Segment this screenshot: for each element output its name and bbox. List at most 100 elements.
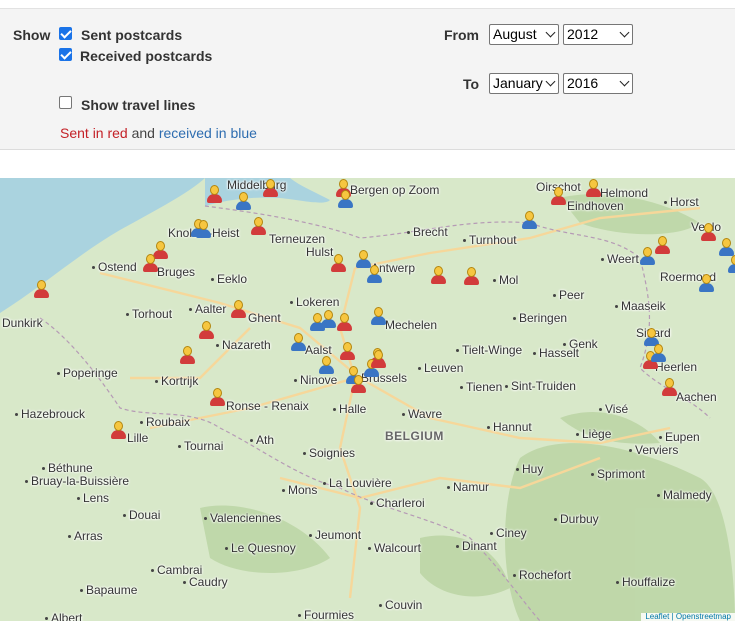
received-postcard-marker-icon[interactable]	[318, 356, 334, 376]
sent-postcard-marker-icon[interactable]	[550, 187, 566, 207]
place-label: Hazebrouck	[15, 407, 85, 421]
to-year-select[interactable]: 2016	[563, 73, 633, 94]
sent-postcard-marker-icon[interactable]	[230, 300, 246, 320]
to-month-value: January	[493, 75, 543, 91]
place-label: Ostend	[92, 260, 137, 274]
place-name: Jeumont	[315, 528, 362, 542]
place-name: Le Quesnoy	[231, 541, 296, 555]
legend-received: received in blue	[158, 125, 257, 141]
sent-postcard-marker-icon[interactable]	[430, 266, 446, 286]
received-postcard-marker-icon[interactable]	[235, 192, 251, 212]
map-attribution[interactable]: Leaflet | Openstreetmap	[641, 613, 735, 621]
marker-body	[111, 430, 126, 439]
place-name: Tielt-Winge	[462, 343, 523, 357]
received-postcard-marker-icon[interactable]	[320, 310, 336, 330]
sent-postcards-label[interactable]: Sent postcards	[81, 27, 182, 43]
sent-postcard-marker-icon[interactable]	[370, 350, 386, 370]
place-name: Eupen	[665, 430, 700, 444]
place-dot-icon	[15, 413, 18, 417]
place-name: Nazareth	[222, 338, 271, 352]
received-postcard-marker-icon[interactable]	[698, 274, 714, 294]
sent-postcard-marker-icon[interactable]	[700, 223, 716, 243]
place-dot-icon	[516, 468, 519, 472]
marker-head	[183, 346, 192, 356]
sent-postcard-marker-icon[interactable]	[142, 254, 158, 274]
sent-postcard-marker-icon[interactable]	[336, 313, 352, 333]
received-postcard-marker-icon[interactable]	[337, 190, 353, 210]
received-postcard-marker-icon[interactable]	[290, 333, 306, 353]
marker-head	[665, 378, 674, 388]
sent-postcard-marker-icon[interactable]	[206, 185, 222, 205]
place-name: Torhout	[132, 307, 173, 321]
place-label: Aalst	[305, 343, 332, 357]
sent-postcard-marker-icon[interactable]	[339, 342, 355, 362]
to-month-select[interactable]: January	[489, 73, 559, 94]
place-dot-icon	[42, 467, 45, 471]
place-label: Tournai	[178, 439, 223, 453]
received-postcards-label[interactable]: Received postcards	[80, 48, 212, 64]
received-postcard-marker-icon[interactable]	[639, 247, 655, 267]
place-dot-icon	[211, 278, 214, 282]
place-dot-icon	[178, 445, 181, 449]
received-postcards-checkbox[interactable]	[59, 48, 72, 61]
place-label: Bruges	[157, 265, 195, 279]
postcard-map[interactable]: MiddelburgBergen op ZoomOirschotHelmondE…	[0, 178, 735, 621]
place-label: Dunkirk	[2, 316, 43, 330]
marker-head	[239, 192, 248, 202]
received-postcard-marker-icon[interactable]	[650, 344, 666, 364]
place-name: Maaseik	[621, 299, 666, 313]
sent-postcard-marker-icon[interactable]	[330, 254, 346, 274]
place-dot-icon	[664, 201, 667, 205]
marker-head	[202, 321, 211, 331]
sent-postcard-marker-icon[interactable]	[262, 179, 278, 199]
place-label: Bapaume	[80, 583, 137, 597]
sent-postcard-marker-icon[interactable]	[585, 179, 601, 199]
marker-head	[199, 220, 208, 230]
marker-head	[114, 421, 123, 431]
sent-postcard-marker-icon[interactable]	[250, 217, 266, 237]
place-label: Beringen	[513, 311, 567, 325]
sent-postcard-marker-icon[interactable]	[33, 280, 49, 300]
received-postcard-marker-icon[interactable]	[195, 220, 211, 240]
received-postcard-marker-icon[interactable]	[727, 255, 735, 275]
place-dot-icon	[576, 433, 579, 437]
marker-head	[322, 356, 331, 366]
place-name: Tournai	[184, 439, 224, 453]
travel-lines-label[interactable]: Show travel lines	[81, 97, 195, 113]
place-label: Ghent	[248, 311, 281, 325]
sent-postcard-marker-icon[interactable]	[110, 421, 126, 441]
sent-postcard-marker-icon[interactable]	[209, 388, 225, 408]
marker-body	[331, 263, 346, 272]
marker-body	[199, 330, 214, 339]
marker-head	[234, 300, 243, 310]
marker-body	[340, 351, 355, 360]
place-label: Wavre	[402, 407, 442, 421]
place-name: Hazebrouck	[21, 407, 86, 421]
sent-postcard-marker-icon[interactable]	[463, 267, 479, 287]
sent-postcard-marker-icon[interactable]	[661, 378, 677, 398]
received-postcard-marker-icon[interactable]	[521, 211, 537, 231]
place-name: Béthune	[48, 461, 93, 475]
marker-body	[367, 274, 382, 283]
from-month-select[interactable]: August	[489, 24, 559, 45]
marker-head	[343, 342, 352, 352]
place-dot-icon	[309, 534, 312, 538]
place-dot-icon	[447, 486, 450, 490]
place-label: Couvin	[379, 598, 422, 612]
place-name: Peer	[559, 288, 585, 302]
sent-postcard-marker-icon[interactable]	[179, 346, 195, 366]
place-label: Hasselt	[533, 346, 579, 360]
sent-postcards-checkbox[interactable]	[59, 27, 72, 40]
place-label: Soignies	[303, 446, 355, 460]
from-year-select[interactable]: 2012	[563, 24, 633, 45]
marker-head	[324, 310, 333, 320]
marker-head	[254, 217, 263, 227]
received-postcard-marker-icon[interactable]	[370, 307, 386, 327]
travel-lines-checkbox[interactable]	[59, 96, 72, 109]
place-name: Caudry	[189, 575, 228, 589]
legend-sent: Sent in red	[60, 125, 128, 141]
sent-postcard-marker-icon[interactable]	[198, 321, 214, 341]
received-postcard-marker-icon[interactable]	[366, 265, 382, 285]
place-label: Malmedy	[657, 488, 712, 502]
sent-postcard-marker-icon[interactable]	[654, 236, 670, 256]
